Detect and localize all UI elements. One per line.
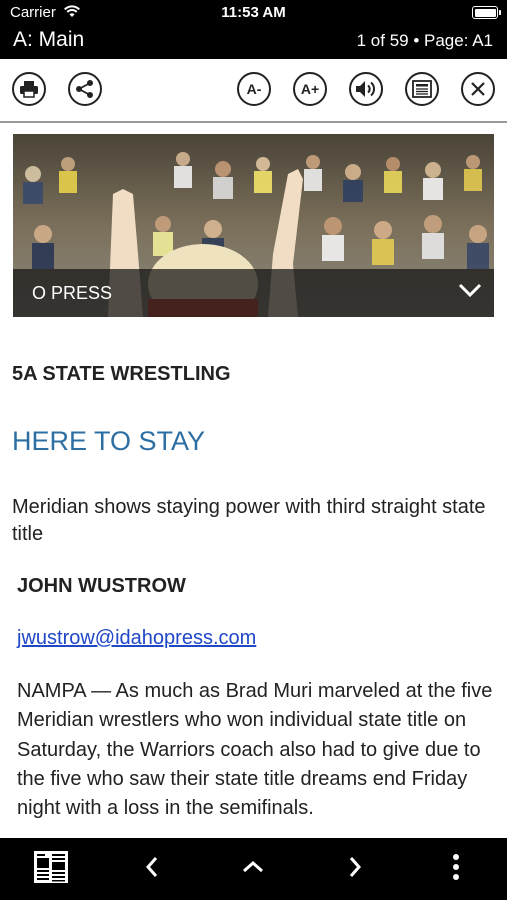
share-icon <box>75 79 95 99</box>
title-bar: A: Main 1 of 59 • Page: A1 <box>0 24 507 59</box>
chevron-up-icon <box>242 860 264 879</box>
print-icon <box>19 80 39 98</box>
article-section-label: 5A STATE WRESTLING <box>12 363 231 385</box>
next-article-button[interactable] <box>333 838 377 900</box>
page-indicator: 1 of 59 • Page: A1 <box>356 31 493 50</box>
more-options-button[interactable] <box>436 838 476 900</box>
bottom-nav-bar <box>0 838 507 900</box>
previous-article-button[interactable] <box>130 838 174 900</box>
chevron-right-icon <box>348 856 362 883</box>
pages-button[interactable] <box>26 838 76 900</box>
section-title: A: Main <box>13 28 85 51</box>
article-view-icon <box>412 80 432 98</box>
speaker-icon <box>355 80 377 98</box>
clock: 11:53 AM <box>221 4 286 21</box>
close-icon <box>470 81 486 97</box>
article-view-button[interactable] <box>405 72 439 106</box>
article-photo[interactable]: O PRESS <box>13 134 494 317</box>
article-headline: HERE TO STAY <box>12 426 206 456</box>
share-button[interactable] <box>68 72 102 106</box>
font-decrease-button[interactable]: A- <box>237 72 271 106</box>
article-subhead: Meridian shows staying power with third … <box>12 496 486 545</box>
more-vertical-icon <box>452 853 460 886</box>
close-button[interactable] <box>461 72 495 106</box>
author-email-link[interactable]: jwustrow@idahopress.com <box>17 627 256 650</box>
print-button[interactable] <box>12 72 46 106</box>
chevron-left-icon <box>145 856 159 883</box>
read-aloud-button[interactable] <box>349 72 383 106</box>
article-list-button[interactable] <box>231 838 275 900</box>
article-byline: JOHN WUSTROW <box>17 575 186 597</box>
article-body: NAMPA — As much as Brad Muri marveled at… <box>17 680 493 820</box>
font-increase-label: A+ <box>300 81 320 97</box>
font-increase-button[interactable]: A+ <box>293 72 327 106</box>
newspaper-pages-icon <box>33 850 69 889</box>
battery-icon <box>472 6 501 19</box>
chevron-down-icon[interactable] <box>458 282 482 303</box>
photo-caption: O PRESS <box>32 283 113 303</box>
status-bar: Carrier 11:53 AM <box>0 0 507 24</box>
font-decrease-label: A- <box>246 81 262 97</box>
article-toolbar: A- A+ <box>0 59 507 123</box>
